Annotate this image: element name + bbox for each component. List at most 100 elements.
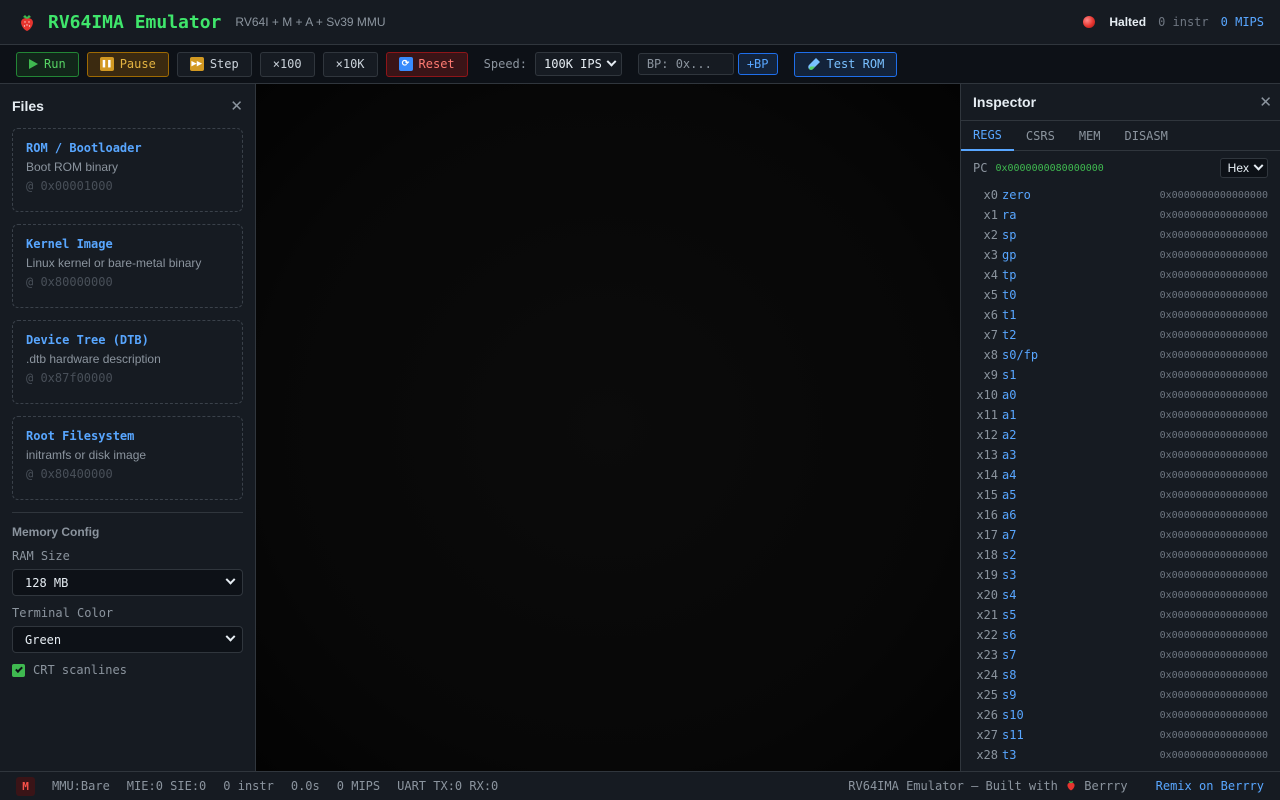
run-button[interactable]: Run [16, 51, 79, 77]
register-index: x4 [983, 268, 998, 282]
tab-csrs[interactable]: CSRS [1014, 121, 1067, 151]
register-value: 0x0000000000000000 [1159, 589, 1268, 601]
register-name: gp [1002, 248, 1017, 262]
register-index: x21 [976, 608, 998, 622]
tab-regs[interactable]: REGS [961, 121, 1014, 151]
register-name: s2 [1002, 548, 1017, 562]
register-index: x28 [976, 748, 998, 762]
register-row: x20 s4 0x0000000000000000 [973, 585, 1268, 605]
tab-mem[interactable]: MEM [1067, 121, 1113, 151]
mips-readout: 0 MIPS [336, 779, 381, 793]
crt-scanlines-checkbox[interactable] [12, 663, 25, 677]
register-index: x0 [983, 188, 998, 202]
register-row: x14 a4 0x0000000000000000 [973, 465, 1268, 485]
register-name: t0 [1002, 288, 1017, 302]
file-card-desc: Linux kernel or bare-metal binary [26, 256, 202, 270]
register-index: x5 [983, 288, 998, 302]
crt-scanlines-label: CRT scanlines [33, 663, 127, 677]
register-name: t3 [1002, 748, 1017, 762]
file-card-title: Root Filesystem [26, 429, 135, 443]
strawberry-icon [1065, 779, 1084, 793]
breakpoint-input[interactable]: BP: 0x... [637, 53, 734, 75]
dtb-file-dropzone[interactable]: Device Tree (DTB) .dtb hardware descript… [12, 320, 243, 404]
rom-file-dropzone[interactable]: ROM / Bootloader Boot ROM binary @ 0x000… [12, 128, 243, 212]
built-with-credit: RV64IMA Emulator — Built with Berrry [848, 779, 1128, 793]
files-title: Files [12, 98, 44, 114]
uart-status: UART TX:0 RX:0 [397, 779, 499, 793]
speed-select[interactable]: 100K IPS [535, 52, 622, 76]
register-name: a3 [1002, 448, 1017, 462]
register-row: x8 s0/fp 0x0000000000000000 [973, 345, 1268, 365]
register-value: 0x0000000000000000 [1159, 669, 1268, 681]
inspector-tabs: REGS CSRS MEM DISASM [961, 121, 1280, 151]
register-row: x1 ra 0x0000000000000000 [973, 205, 1268, 225]
register-value: 0x0000000000000000 [1159, 309, 1268, 321]
register-row: x21 s5 0x0000000000000000 [973, 605, 1268, 625]
mmu-status: MMU:Bare [52, 779, 110, 793]
register-name: s5 [1002, 608, 1017, 622]
register-value: 0x0000000000000000 [1159, 229, 1268, 241]
register-value: 0x0000000000000000 [1159, 749, 1268, 761]
register-index: x22 [976, 628, 998, 642]
file-card-title: Kernel Image [26, 237, 113, 251]
file-card-addr: @ 0x87f00000 [26, 371, 113, 385]
register-name: tp [1002, 268, 1017, 282]
divider [12, 512, 243, 513]
pause-button[interactable]: ❚❚ Pause [86, 51, 169, 77]
tab-disasm[interactable]: DISASM [1113, 121, 1180, 151]
register-row: x4 tp 0x0000000000000000 [973, 265, 1268, 285]
app-header: RV64IMA Emulator RV64I + M + A + Sv39 MM… [0, 0, 1280, 45]
register-value: 0x0000000000000000 [1159, 729, 1268, 741]
register-index: x8 [983, 348, 998, 362]
close-icon[interactable]: ✕ [230, 97, 243, 115]
ram-size-select[interactable]: 128 MB [12, 569, 243, 596]
register-value: 0x0000000000000000 [1159, 409, 1268, 421]
register-value: 0x0000000000000000 [1159, 209, 1268, 221]
register-name: ra [1002, 208, 1017, 222]
test-tube-icon [807, 57, 821, 71]
strawberry-icon [16, 11, 38, 33]
register-value: 0x0000000000000000 [1159, 629, 1268, 641]
register-value: 0x0000000000000000 [1159, 429, 1268, 441]
speed-label: Speed: [483, 57, 528, 71]
register-name: s9 [1002, 688, 1017, 702]
register-name: a5 [1002, 488, 1017, 502]
register-row: x15 a5 0x0000000000000000 [973, 485, 1268, 505]
chevron-down-icon [1253, 160, 1264, 171]
terminal-color-select[interactable]: Green [12, 626, 243, 653]
register-index: x1 [983, 208, 998, 222]
register-value: 0x0000000000000000 [1159, 569, 1268, 581]
add-breakpoint-button[interactable]: +BP [737, 53, 778, 75]
register-row: x3 gp 0x0000000000000000 [973, 245, 1268, 265]
reset-button[interactable]: ⟳ Reset [385, 51, 468, 77]
step-button[interactable]: ▶▶ Step [176, 51, 252, 77]
register-name: s10 [1002, 708, 1024, 722]
privilege-mode-badge: M [16, 776, 35, 796]
run-status: Halted 0 instr 0 MIPS [1083, 15, 1264, 29]
test-rom-button[interactable]: Test ROM [793, 51, 898, 77]
step-10k-button[interactable]: ×10K [322, 51, 378, 77]
close-icon[interactable]: ✕ [1259, 93, 1272, 111]
format-select[interactable]: Hex [1219, 158, 1268, 178]
crt-scanlines-option[interactable]: CRT scanlines [12, 663, 243, 677]
register-name: s3 [1002, 568, 1017, 582]
kernel-file-dropzone[interactable]: Kernel Image Linux kernel or bare-metal … [12, 224, 243, 308]
pc-row: PC 0x0000000080000000 Hex [961, 151, 1280, 185]
register-index: x17 [976, 528, 998, 542]
terminal-screen[interactable] [256, 84, 960, 771]
pause-icon: ❚❚ [99, 57, 114, 71]
app-subtitle: RV64I + M + A + Sv39 MMU [235, 15, 386, 29]
file-card-desc: .dtb hardware description [26, 352, 161, 366]
rootfs-file-dropzone[interactable]: Root Filesystem initramfs or disk image … [12, 416, 243, 500]
register-row: x11 a1 0x0000000000000000 [973, 405, 1268, 425]
register-index: x15 [976, 488, 998, 502]
step-100-button[interactable]: ×100 [259, 51, 315, 77]
register-index: x16 [976, 508, 998, 522]
register-name: s4 [1002, 588, 1017, 602]
register-value: 0x0000000000000000 [1159, 549, 1268, 561]
register-name: s0/fp [1002, 348, 1039, 362]
pc-value: 0x0000000080000000 [995, 162, 1104, 174]
remix-link[interactable]: Remix on Berrry [1156, 779, 1264, 793]
register-row: x23 s7 0x0000000000000000 [973, 645, 1268, 665]
register-value: 0x0000000000000000 [1159, 469, 1268, 481]
